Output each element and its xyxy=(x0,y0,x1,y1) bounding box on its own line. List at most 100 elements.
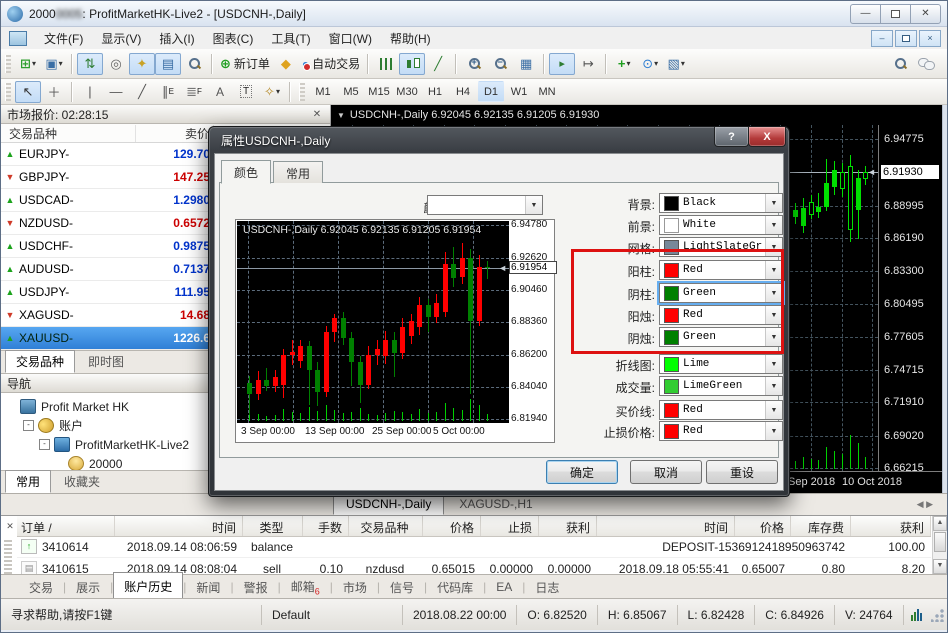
terminal-tab-代码库[interactable]: 代码库 xyxy=(427,576,483,599)
timeframe-MN[interactable]: MN xyxy=(534,81,560,102)
mdi-close-button[interactable]: × xyxy=(919,30,941,47)
menu-item-帮助(H)[interactable]: 帮助(H) xyxy=(381,27,440,49)
label-tool-button[interactable]: T xyxy=(233,81,259,103)
strategy-tester-button[interactable] xyxy=(181,53,207,75)
color-combo-LightSlateGr[interactable]: LightSlateGr▼ xyxy=(659,237,783,257)
terminal-tab-日志[interactable]: 日志 xyxy=(525,576,569,599)
crosshair-tool-button[interactable]: ＋ xyxy=(41,81,67,103)
terminal-row[interactable]: ↑34106142018.09.14 08:06:59balanceDEPOSI… xyxy=(17,536,931,558)
chart-shift-button[interactable]: ↦ xyxy=(575,53,601,75)
timeframe-H4[interactable]: H4 xyxy=(450,81,476,102)
dialog-help-button[interactable]: ? xyxy=(714,127,749,147)
scroll-thumb[interactable] xyxy=(934,532,946,552)
terminal-column-9[interactable]: 价格 xyxy=(735,516,791,536)
terminal-column-8[interactable]: 时间 xyxy=(597,516,735,536)
bar-chart-button[interactable] xyxy=(373,53,399,75)
candlestick-chart-button[interactable] xyxy=(399,53,425,75)
alert-button[interactable]: ◆ xyxy=(273,53,299,75)
toolbar-grip[interactable] xyxy=(5,55,11,73)
tab-收藏夹[interactable]: 收藏夹 xyxy=(53,470,111,493)
periods-button[interactable]: ⊙▾ xyxy=(637,53,663,75)
tab-常用[interactable]: 常用 xyxy=(5,470,51,493)
line-chart-button[interactable]: ╱ xyxy=(425,53,451,75)
terminal-column-5[interactable]: 价格 xyxy=(423,516,481,536)
color-combo-Red[interactable]: Red▼ xyxy=(659,400,783,420)
color-combo-Red[interactable]: Red▼ xyxy=(659,260,783,280)
column-bid[interactable]: 卖价 xyxy=(136,125,214,142)
auto-scroll-button[interactable]: ▸ xyxy=(549,53,575,75)
dialog-tab-颜色[interactable]: 颜色 xyxy=(221,160,271,184)
cancel-button[interactable]: 取消 xyxy=(630,460,702,484)
terminal-tab-账户历史[interactable]: 账户历史 xyxy=(113,572,183,599)
terminal-column-7[interactable]: 获利 xyxy=(539,516,597,536)
terminal-column-3[interactable]: 手数 xyxy=(303,516,349,536)
terminal-tab-市场[interactable]: 市场 xyxy=(333,576,377,599)
color-combo-Black[interactable]: Black▼ xyxy=(659,193,783,213)
terminal-tab-展示[interactable]: 展示 xyxy=(66,576,110,599)
text-tool-button[interactable]: A xyxy=(207,81,233,103)
horizontal-line-button[interactable]: — xyxy=(103,81,129,103)
timeframe-M30[interactable]: M30 xyxy=(394,81,420,102)
menu-item-图表(C)[interactable]: 图表(C) xyxy=(204,27,263,49)
data-window-button[interactable]: ◎ xyxy=(103,53,129,75)
color-combo-Lime[interactable]: Lime▼ xyxy=(659,354,783,374)
color-style-combo[interactable]: ▼ xyxy=(427,195,543,215)
scroll-up-icon[interactable]: ▲ xyxy=(933,516,947,531)
color-combo-White[interactable]: White▼ xyxy=(659,215,783,235)
terminal-tab-信号[interactable]: 信号 xyxy=(380,576,424,599)
restore-button[interactable] xyxy=(880,4,911,24)
auto-trading-button[interactable]: ●自动交易 xyxy=(299,53,363,75)
timeframe-D1[interactable]: D1 xyxy=(478,81,504,102)
trendline-button[interactable]: ╱ xyxy=(129,81,155,103)
collapse-icon[interactable]: - xyxy=(39,439,50,450)
mdi-restore-button[interactable] xyxy=(895,30,917,47)
toolbar-grip[interactable] xyxy=(5,83,11,101)
terminal-column-11[interactable]: 获利 xyxy=(851,516,931,536)
terminal-tab-邮箱[interactable]: 邮箱6 xyxy=(281,575,330,599)
mdi-minimize-button[interactable]: – xyxy=(871,30,893,47)
terminal-column-10[interactable]: 库存费 xyxy=(791,516,851,536)
cursor-tool-button[interactable]: ↖ xyxy=(15,81,41,103)
terminal-tab-新闻[interactable]: 新闻 xyxy=(186,576,230,599)
chart-document-icon[interactable] xyxy=(9,31,27,46)
zoom-out-button[interactable]: − xyxy=(487,53,513,75)
new-order-button[interactable]: ⊕新订单 xyxy=(217,53,273,75)
chevron-down-icon[interactable]: ▼ xyxy=(337,111,345,120)
terminal-column-1[interactable]: 时间 xyxy=(115,516,243,536)
profiles-button[interactable]: ▣▾ xyxy=(41,53,67,75)
terminal-tab-交易[interactable]: 交易 xyxy=(19,576,63,599)
channel-button[interactable]: ∥E xyxy=(155,81,181,103)
status-template-name[interactable]: Default xyxy=(262,605,403,625)
menu-item-显示(V)[interactable]: 显示(V) xyxy=(92,27,150,49)
market-watch-close-icon[interactable]: ✕ xyxy=(310,109,324,120)
terminal-tab-警报[interactable]: 警报 xyxy=(234,576,278,599)
scroll-down-icon[interactable]: ▼ xyxy=(933,559,947,574)
navigator-button[interactable]: ✦ xyxy=(129,53,155,75)
terminal-column-2[interactable]: 类型 xyxy=(243,516,303,536)
menu-item-工具(T)[interactable]: 工具(T) xyxy=(262,27,319,49)
timeframe-W1[interactable]: W1 xyxy=(506,81,532,102)
vertical-scrollbar[interactable] xyxy=(942,105,948,515)
timeframe-M5[interactable]: M5 xyxy=(338,81,364,102)
color-combo-Red[interactable]: Red▼ xyxy=(659,305,783,325)
dialog-tab-常用[interactable]: 常用 xyxy=(273,161,323,183)
main-chart-price-scale[interactable]: 6.947756.919306.889956.861906.833006.804… xyxy=(878,125,942,471)
search-button[interactable] xyxy=(887,53,913,75)
indicators-button[interactable]: +▾ xyxy=(611,53,637,75)
toolbar-grip[interactable] xyxy=(299,83,305,101)
terminal-column-6[interactable]: 止损 xyxy=(481,516,539,536)
tile-windows-button[interactable]: ▦ xyxy=(513,53,539,75)
fibonacci-button[interactable]: ≣F xyxy=(181,81,207,103)
terminal-scrollbar[interactable]: ▲ ▼ xyxy=(932,516,947,574)
new-chart-button[interactable]: ⊞▾ xyxy=(15,53,41,75)
tab-交易品种[interactable]: 交易品种 xyxy=(5,350,75,373)
terminal-column-4[interactable]: 交易品种 xyxy=(349,516,423,536)
timeframe-M1[interactable]: M1 xyxy=(310,81,336,102)
vertical-line-button[interactable]: | xyxy=(77,81,103,103)
menu-item-文件(F)[interactable]: 文件(F) xyxy=(35,27,92,49)
color-combo-Green[interactable]: Green▼ xyxy=(659,283,783,303)
resize-grip[interactable] xyxy=(931,608,945,622)
timeframe-M15[interactable]: M15 xyxy=(366,81,392,102)
menu-item-插入(I)[interactable]: 插入(I) xyxy=(150,27,203,49)
color-combo-Green[interactable]: Green▼ xyxy=(659,327,783,347)
